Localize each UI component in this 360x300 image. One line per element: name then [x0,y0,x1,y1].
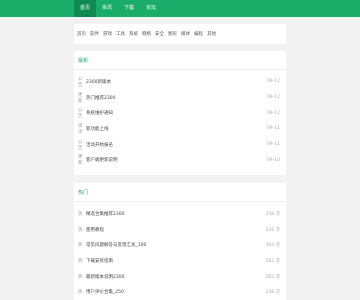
item-count: 358 次 [265,211,280,217]
category-link[interactable]: 系统 [129,31,138,37]
category-link[interactable]: 首页 [77,31,86,37]
item-title[interactable]: 热门推荐2300 [86,95,267,101]
popular-articles-card: 热门 热 精选合集推荐2300 358 次 热 使用教程 326 次 热 常见问… [74,183,286,300]
item-count: 282 次 [265,258,280,264]
list-item[interactable]: 热 精选合集推荐2300 358 次 [74,206,286,222]
item-title[interactable]: 客户端更新说明 [86,157,267,163]
main-nav: 首页 资讯 下载 论坛 [74,0,162,17]
item-date: 09-12 [266,95,280,101]
item-count: 326 次 [265,227,280,233]
nav-item-news[interactable]: 资讯 [96,0,118,17]
list-item[interactable]: 热 使用教程 326 次 [74,222,286,238]
category-link[interactable]: 图形 [168,31,177,37]
item-tag: 热 [78,211,83,217]
list-item[interactable]: 更新 热门推荐2300 09-12 [74,90,286,106]
item-count: 304 次 [265,243,280,249]
category-link[interactable]: 编程 [194,31,203,37]
card-title: 热门 [78,189,89,196]
item-title[interactable]: 使用教程 [86,227,265,233]
list-item[interactable]: 热 用户评价合集_250 238 次 [74,284,286,300]
category-link[interactable]: 网络 [142,31,151,37]
card-header: 最新 [74,51,286,70]
item-tag: 资讯 [78,123,83,135]
category-link[interactable]: 工具 [116,31,125,37]
item-tag: 热 [78,290,83,296]
category-link[interactable]: 安全 [155,31,164,37]
list-item[interactable]: 公告 系统维护通知 09-12 [74,105,286,121]
card-title: 最新 [78,57,89,64]
item-date: 09-12 [266,79,280,85]
item-title[interactable]: 下载安装指南 [86,258,265,264]
item-tag: 热 [78,274,83,280]
item-tag: 更新 [78,92,83,104]
article-list: 热 精选合集推荐2300 358 次 热 使用教程 326 次 热 常见问题解答… [74,202,286,300]
item-date: 09-12 [266,110,280,116]
item-tag: 公告 [78,108,83,120]
item-date: 09-11 [266,126,280,132]
item-count: 265 次 [265,274,280,280]
item-tag: 热 [78,243,83,249]
list-item[interactable]: 热 常见问题解答与反馈汇总_100 304 次 [74,237,286,253]
latest-articles-card: 最新 公告 2300新版本 09-12 更新 热门推荐2300 09-12 公告… [74,51,286,175]
nav-item-home[interactable]: 首页 [74,0,97,17]
item-title[interactable]: 2300新版本 [86,79,267,85]
item-date: 09-10 [266,157,280,163]
item-title[interactable]: 最新版本说明2300 [86,274,265,280]
top-navigation-bar: 首页 资讯 下载 论坛 [0,0,360,17]
item-count: 238 次 [265,290,280,296]
item-tag: 热 [78,227,83,233]
list-item[interactable]: 公告 2300新版本 09-12 [74,74,286,90]
item-tag: 公告 [78,76,83,88]
item-title[interactable]: 用户评价合集_250 [86,289,265,295]
list-item[interactable]: 公告 活动开始报名 09-11 [74,137,286,153]
item-title[interactable]: 精选合集推荐2300 [86,211,265,217]
list-item[interactable]: 热 下载安装指南 282 次 [74,253,286,269]
item-title[interactable]: 常见问题解答与反馈汇总_100 [86,242,265,248]
item-tag: 热 [78,258,83,264]
category-link[interactable]: 游戏 [103,31,112,37]
list-item[interactable]: 更新 客户端更新说明 09-10 [74,152,286,168]
item-tag: 更新 [78,155,83,167]
item-tag: 公告 [78,139,83,151]
item-title[interactable]: 新功能上线 [86,126,267,132]
card-header: 热门 [74,183,286,202]
item-title[interactable]: 活动开始报名 [86,142,267,148]
item-title[interactable]: 系统维护通知 [86,110,267,116]
list-item[interactable]: 热 最新版本说明2300 265 次 [74,269,286,285]
nav-item-downloads[interactable]: 下载 [118,0,140,17]
nav-item-forum[interactable]: 论坛 [140,0,162,17]
list-item[interactable]: 资讯 新功能上线 09-11 [74,121,286,137]
category-link-bar: 首页 软件 游戏 工具 系统 网络 安全 图形 媒体 编程 其他 [74,24,286,44]
item-date: 09-11 [266,142,280,148]
category-link[interactable]: 其他 [207,31,216,37]
category-link[interactable]: 媒体 [181,31,190,37]
category-link[interactable]: 软件 [90,31,99,37]
article-list: 公告 2300新版本 09-12 更新 热门推荐2300 09-12 公告 系统… [74,70,286,168]
